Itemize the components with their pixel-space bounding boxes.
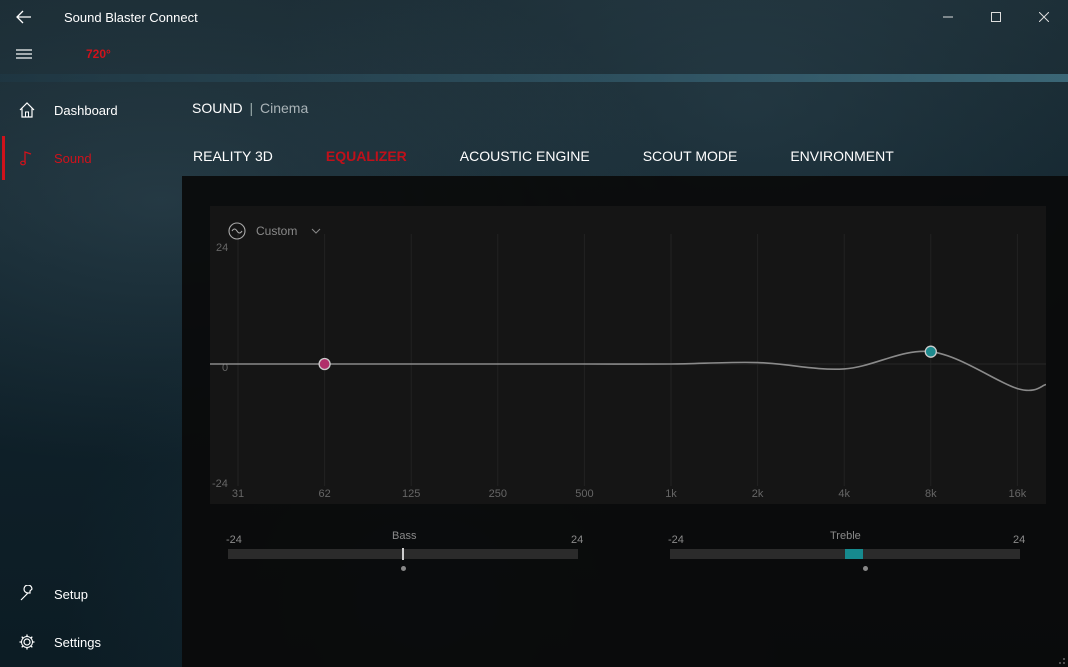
minimize-icon: [943, 16, 953, 18]
chevron-down-icon: [311, 228, 321, 234]
treble-max-label: 24: [1013, 534, 1026, 546]
sidebar-item-label: Sound: [54, 150, 92, 166]
band-label-16k: 16k: [1009, 488, 1027, 500]
tab-bar: REALITY 3D EQUALIZER ACOUSTIC ENGINE SCO…: [193, 148, 947, 164]
close-icon: [1039, 12, 1049, 22]
main-content: SOUND | Cinema REALITY 3D EQUALIZER ACOU…: [182, 86, 1068, 667]
maximize-button[interactable]: [972, 0, 1020, 34]
eq-handle-62[interactable]: [318, 357, 331, 371]
sidebar-item-setup[interactable]: Setup: [0, 570, 182, 618]
sidebar-item-sound[interactable]: Sound: [0, 134, 182, 182]
band-label-2k: 2k: [752, 488, 764, 500]
treble-min-label: -24: [668, 534, 684, 546]
band-label-4k: 4k: [838, 488, 850, 500]
arrow-left-icon: [16, 10, 31, 24]
wrench-icon: [0, 585, 54, 603]
sidebar-item-label: Settings: [54, 634, 101, 650]
bass-slider-section: -24 Bass 24: [226, 526, 584, 586]
breadcrumb-separator: |: [249, 100, 254, 116]
hamburger-button[interactable]: [0, 34, 48, 74]
maximize-icon: [991, 12, 1001, 22]
close-button[interactable]: [1020, 0, 1068, 34]
db-label-bottom: -24: [212, 478, 228, 490]
band-label-31: 31: [232, 488, 244, 500]
sidebar-item-settings[interactable]: Settings: [0, 618, 182, 666]
resize-grip-icon[interactable]: [1056, 655, 1066, 665]
treble-label: Treble: [830, 530, 861, 542]
band-label-62: 62: [318, 488, 330, 500]
gear-icon: [0, 633, 54, 651]
breadcrumb-profile: Cinema: [259, 100, 309, 116]
db-label-top: 24: [216, 242, 228, 254]
menu-row: 720°: [0, 34, 300, 74]
sidebar-item-label: Dashboard: [54, 102, 118, 118]
music-note-icon: [0, 149, 54, 167]
band-label-1k: 1k: [665, 488, 677, 500]
waveform-icon: [228, 222, 246, 240]
equalizer-panel: 24 0 -24 31 62 125 250 500 1k 2k 4k 8k 16k Custom: [182, 176, 1068, 667]
treble-slider-fill: [845, 549, 864, 559]
band-label-125: 125: [402, 488, 420, 500]
title-bar: Sound Blaster Connect: [0, 0, 1068, 34]
sidebar-item-dashboard[interactable]: Dashboard: [0, 86, 182, 134]
sidebar: Dashboard Sound Setup Settings: [0, 86, 182, 667]
eq-curve: [210, 350, 1046, 392]
breadcrumb: SOUND | Cinema: [192, 100, 308, 116]
breadcrumb-section: SOUND: [192, 100, 243, 116]
header-divider: [0, 74, 1068, 82]
preset-label: Custom: [256, 224, 298, 238]
home-icon: [0, 101, 54, 119]
tab-equalizer[interactable]: EQUALIZER: [326, 148, 407, 164]
preset-selector[interactable]: Custom: [228, 222, 321, 240]
bass-slider-thumb[interactable]: [402, 548, 404, 560]
treble-center-dot: [863, 566, 868, 571]
hamburger-icon: [16, 49, 32, 59]
bass-label: Bass: [392, 530, 417, 542]
tab-environment[interactable]: ENVIRONMENT: [790, 148, 893, 164]
band-label-250: 250: [489, 488, 507, 500]
window-controls: [924, 0, 1068, 34]
eq-graph-area: 24 0 -24 31 62 125 250 500 1k 2k 4k 8k 16k Custom: [210, 206, 1046, 504]
bass-center-dot: [400, 566, 406, 571]
bass-max-label: 24: [571, 534, 584, 546]
sidebar-item-label: Setup: [54, 586, 88, 602]
eq-graph[interactable]: 24 0 -24 31 62 125 250 500 1k 2k 4k 8k 16k: [210, 206, 1046, 504]
brand-label: 720°: [86, 47, 111, 61]
band-label-500: 500: [575, 488, 593, 500]
eq-handle-8k[interactable]: [924, 345, 937, 358]
tab-acoustic-engine[interactable]: ACOUSTIC ENGINE: [460, 148, 590, 164]
minimize-button[interactable]: [924, 0, 972, 34]
tab-scout-mode[interactable]: SCOUT MODE: [643, 148, 738, 164]
app-title: Sound Blaster Connect: [64, 9, 198, 25]
bass-min-label: -24: [226, 534, 242, 546]
back-button[interactable]: [0, 0, 48, 34]
treble-slider-section: -24 Treble 24: [668, 526, 1028, 586]
band-label-8k: 8k: [925, 488, 937, 500]
tab-reality-3d[interactable]: REALITY 3D: [193, 148, 273, 164]
